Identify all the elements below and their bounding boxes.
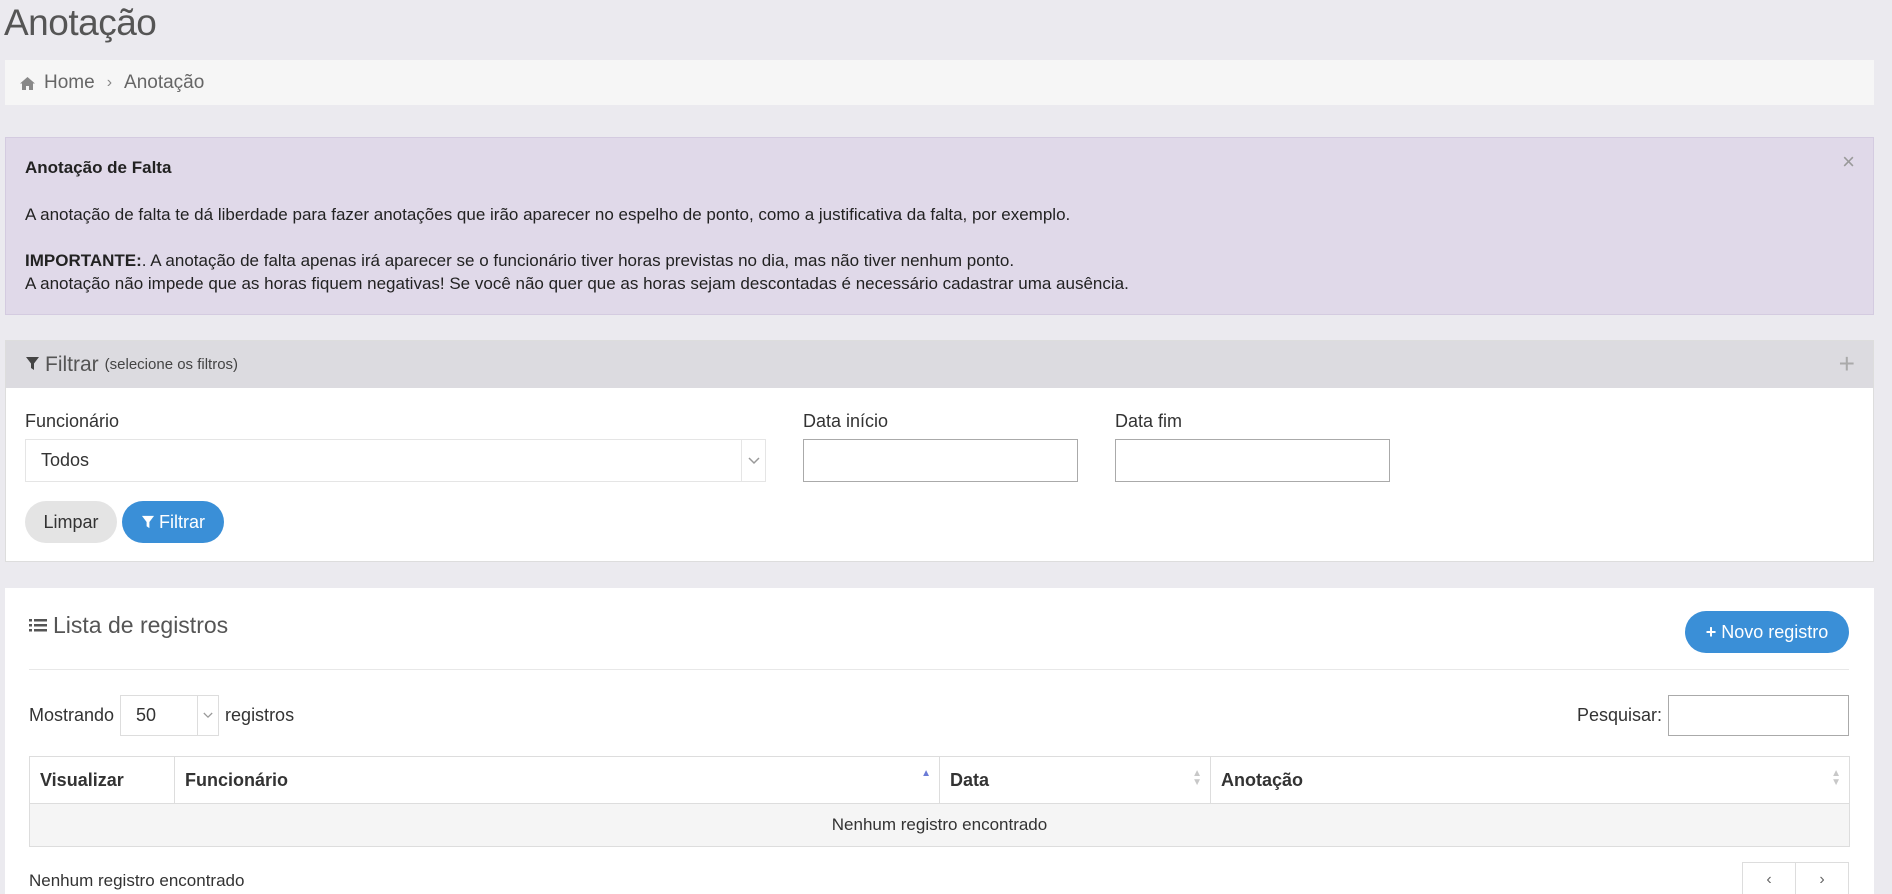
sort-icon: ▲ ▼: [1192, 768, 1202, 788]
alert-important-label: IMPORTANTE:: [25, 251, 142, 270]
breadcrumb: Home › Anotação: [5, 60, 1874, 105]
funcionario-select-value: Todos: [41, 450, 90, 470]
funcionario-label: Funcionário: [25, 411, 120, 431]
filter-subtitle: (selecione os filtros): [104, 356, 239, 373]
table-info: Nenhum registro encontrado: [29, 871, 245, 890]
alert-text-1: A anotação de falta te dá liberdade para…: [25, 205, 1071, 224]
pagination: ‹ ›: [1742, 862, 1849, 894]
breadcrumb-separator: ›: [106, 73, 113, 91]
breadcrumb-current: Anotação: [124, 71, 205, 93]
alert-text-3: A anotação não impede que as horas fique…: [25, 274, 1129, 293]
page-title: Anotação: [4, 2, 157, 43]
search-label: Pesquisar:: [1576, 705, 1662, 725]
filter-title: Filtrar: [45, 352, 99, 376]
filter-icon: [25, 353, 40, 377]
sort-icon: ▲ ▼: [1831, 768, 1841, 788]
sort-asc-icon: ▲: [921, 768, 931, 779]
plus-icon[interactable]: +: [1839, 348, 1855, 380]
records-table: Visualizar Funcionário ▲ Data ▲ ▼ Anotaçã…: [29, 756, 1850, 847]
showing-label: Mostrando: [29, 705, 115, 725]
page-length-control: Mostrando 50 registros: [29, 695, 294, 736]
list-title: Lista de registros: [29, 612, 228, 639]
alert-title: Anotação de Falta: [25, 158, 172, 177]
filter-header[interactable]: Filtrar (selecione os filtros) +: [6, 341, 1873, 388]
list-panel: Lista de registros + Novo registro Mostr…: [5, 588, 1874, 894]
records-label: registros: [225, 705, 295, 725]
data-fim-input[interactable]: [1115, 439, 1390, 482]
divider: [29, 669, 1849, 670]
data-inicio-input[interactable]: [803, 439, 1078, 482]
clear-button[interactable]: Limpar: [25, 501, 117, 543]
alert-close-button[interactable]: ×: [1842, 150, 1855, 173]
funcionario-select[interactable]: Todos: [25, 439, 766, 482]
search-input[interactable]: [1668, 695, 1849, 736]
filter-button[interactable]: Filtrar: [122, 501, 224, 543]
search-control: Pesquisar:: [1577, 695, 1849, 736]
prev-page-button[interactable]: ‹: [1743, 863, 1796, 894]
new-record-label: Novo registro: [1721, 621, 1829, 642]
column-header-funcionario[interactable]: Funcionário ▲: [174, 756, 940, 804]
empty-table-message: Nenhum registro encontrado: [29, 803, 1850, 847]
filter-icon: [141, 515, 155, 529]
table-row: Nenhum registro encontrado: [29, 803, 1850, 847]
table-header-row: Visualizar Funcionário ▲ Data ▲ ▼ Anotaçã…: [29, 756, 1850, 804]
chevron-down-icon: [741, 440, 765, 481]
breadcrumb-home[interactable]: Home: [44, 72, 95, 94]
alert-important-text: . A anotação de falta apenas irá aparece…: [141, 251, 1015, 270]
home-icon: [19, 75, 36, 90]
chevron-down-icon: [197, 696, 218, 735]
next-page-button[interactable]: ›: [1796, 863, 1848, 894]
column-header-anotacao[interactable]: Anotação ▲ ▼: [1210, 756, 1850, 804]
column-header-visualizar[interactable]: Visualizar: [29, 756, 175, 804]
page-length-value: 50: [136, 705, 157, 725]
column-header-data[interactable]: Data ▲ ▼: [939, 756, 1211, 804]
filter-panel: Filtrar (selecione os filtros) + Funcion…: [5, 340, 1874, 562]
plus-icon: +: [1705, 621, 1717, 642]
info-alert: Anotação de Falta A anotação de falta te…: [5, 137, 1874, 315]
data-inicio-label: Data início: [803, 411, 889, 431]
alert-text-2: IMPORTANTE:. A anotação de falta apenas …: [25, 249, 1854, 272]
list-title-text: Lista de registros: [53, 612, 229, 638]
new-record-button[interactable]: + Novo registro: [1685, 611, 1849, 653]
filter-button-label: Filtrar: [159, 511, 205, 532]
page-length-select[interactable]: 50: [120, 695, 220, 736]
list-icon: [29, 612, 47, 639]
data-fim-label: Data fim: [1115, 411, 1183, 431]
